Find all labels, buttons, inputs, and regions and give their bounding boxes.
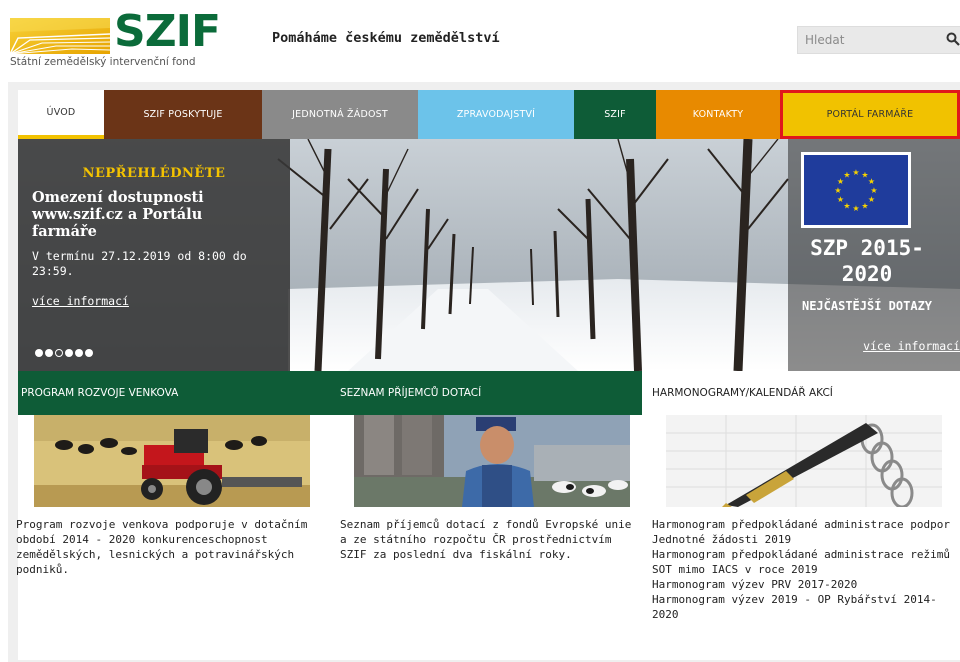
logo-subtitle: Státní zemědělský intervenční fond xyxy=(10,56,196,68)
eu-flag-icon: ★ ★ ★ ★ ★ ★ ★ ★ ★ ★ ★ ★ xyxy=(801,152,911,228)
nav-item-szif[interactable]: SZIF xyxy=(574,90,656,139)
column-rural-development: PROGRAM ROZVOJE VENKOVA Program rozvoje … xyxy=(16,371,330,576)
column-description: Program rozvoje venkova podporuje v dota… xyxy=(16,518,308,576)
logo-field-icon xyxy=(10,18,110,54)
nav-label: SZIF xyxy=(604,109,626,120)
search-box xyxy=(797,26,960,54)
schedule-link[interactable]: Harmonogram výzev 2019 - OP Rybářství 20… xyxy=(652,592,960,622)
svg-text:★: ★ xyxy=(868,195,875,204)
schedule-link[interactable]: Harmonogram předpokládané administrace r… xyxy=(652,547,960,577)
hero-kicker: NEPŘEHLÉDNĚTE xyxy=(82,166,226,181)
search-icon[interactable] xyxy=(946,32,960,46)
content-area: ÚVOD SZIF POSKYTUJE JEDNOTNÁ ŽÁDOST ZPRA… xyxy=(16,90,960,660)
schedule-link[interactable]: Harmonogram předpokládané administrace p… xyxy=(652,517,960,547)
slider-dot[interactable] xyxy=(85,349,93,357)
column-beneficiaries: SEZNAM PŘÍJEMCŮ DOTACÍ Seznam příjemců d… xyxy=(330,371,642,561)
column-heading: SEZNAM PŘÍJEMCŮ DOTACÍ xyxy=(340,387,482,399)
svg-text:★: ★ xyxy=(843,171,850,180)
nav-label: KONTAKTY xyxy=(692,109,744,120)
nav-label: JEDNOTNÁ ŽÁDOST xyxy=(292,109,388,120)
schedule-link[interactable]: Harmonogram výzev PRV 2017-2020 xyxy=(652,577,960,592)
column-description: Seznam příjemců dotací z fondů Evropské … xyxy=(340,518,632,561)
main-nav: ÚVOD SZIF POSKYTUJE JEDNOTNÁ ŽÁDOST ZPRA… xyxy=(18,90,960,139)
content-frame: ÚVOD SZIF POSKYTUJE JEDNOTNÁ ŽÁDOST ZPRA… xyxy=(8,82,960,662)
slider-dots xyxy=(35,349,93,357)
szp-title[interactable]: SZP 2015-2020 xyxy=(788,235,946,287)
slider-dot[interactable] xyxy=(35,349,43,357)
svg-text:★: ★ xyxy=(852,204,859,213)
hero-text: V termínu 27.12.2019 od 8:00 do 23:59. xyxy=(32,249,247,278)
nav-label: ÚVOD xyxy=(46,107,76,118)
nav-item-zpravodajstvi[interactable]: ZPRAVODAJSTVÍ xyxy=(418,90,574,139)
svg-text:★: ★ xyxy=(837,195,844,204)
slider-dot-active[interactable] xyxy=(55,349,63,357)
svg-text:★: ★ xyxy=(843,202,850,211)
szp-panel: ★ ★ ★ ★ ★ ★ ★ ★ ★ ★ ★ ★ SZP 2015-2020 NE… xyxy=(788,139,960,371)
hero-more-link[interactable]: více informací xyxy=(32,294,129,308)
search-input[interactable] xyxy=(798,27,938,53)
szp-subtitle[interactable]: NEJČASTĚJŠÍ DOTAZY xyxy=(788,297,946,316)
slider-dot[interactable] xyxy=(75,349,83,357)
column-heading: PROGRAM ROZVOJE VENKOVA xyxy=(21,387,179,399)
hero-banner: NEPŘEHLÉDNĚTE Omezení dostupnosti www.sz… xyxy=(18,139,960,371)
slider-dot[interactable] xyxy=(65,349,73,357)
schedule-links: Harmonogram předpokládané administrace p… xyxy=(652,517,960,622)
farmer-image[interactable] xyxy=(354,415,630,507)
nav-label: PORTÁL FARMÁŘE xyxy=(826,109,914,120)
svg-text:★: ★ xyxy=(852,168,859,177)
column-heading: HARMONOGRAMY/KALENDÁŘ AKCÍ xyxy=(652,387,833,399)
site-tagline: Pomáháme českému zemědělství xyxy=(272,30,500,46)
nav-label: ZPRAVODAJSTVÍ xyxy=(456,109,536,120)
szp-more-link[interactable]: více informací xyxy=(863,339,960,353)
nav-label: SZIF POSKYTUJE xyxy=(143,109,223,120)
hero-news-panel: NEPŘEHLÉDNĚTE Omezení dostupnosti www.sz… xyxy=(18,139,290,371)
site-header: SZIF Státní zemědělský intervenční fond … xyxy=(0,0,960,82)
column-heading-link[interactable]: HARMONOGRAMY/KALENDÁŘ AKCÍ xyxy=(642,371,960,415)
svg-text:★: ★ xyxy=(870,186,877,195)
nav-item-uvod[interactable]: ÚVOD xyxy=(18,90,104,139)
szif-logo[interactable]: SZIF Státní zemědělský intervenční fond xyxy=(10,10,230,74)
svg-text:★: ★ xyxy=(868,177,875,186)
nav-item-portal-farmare[interactable]: PORTÁL FARMÁŘE xyxy=(780,90,960,139)
nav-item-szif-poskytuje[interactable]: SZIF POSKYTUJE xyxy=(104,90,262,139)
nav-item-kontakty[interactable]: KONTAKTY xyxy=(656,90,780,139)
logo-wordmark: SZIF xyxy=(114,6,221,57)
svg-text:★: ★ xyxy=(861,202,868,211)
column-schedules: HARMONOGRAMY/KALENDÁŘ AKCÍ Harmonogram p… xyxy=(642,371,960,621)
nav-item-jednotna-zadost[interactable]: JEDNOTNÁ ŽÁDOST xyxy=(262,90,418,139)
calendar-pen-image[interactable] xyxy=(666,415,942,507)
tractor-field-image[interactable] xyxy=(34,415,310,507)
slider-dot[interactable] xyxy=(45,349,53,357)
svg-text:★: ★ xyxy=(834,186,841,195)
hero-title[interactable]: Omezení dostupnosti www.szif.cz a Portál… xyxy=(32,189,252,240)
column-heading-link[interactable]: PROGRAM ROZVOJE VENKOVA xyxy=(18,371,330,415)
column-heading-link[interactable]: SEZNAM PŘÍJEMCŮ DOTACÍ xyxy=(330,371,642,415)
